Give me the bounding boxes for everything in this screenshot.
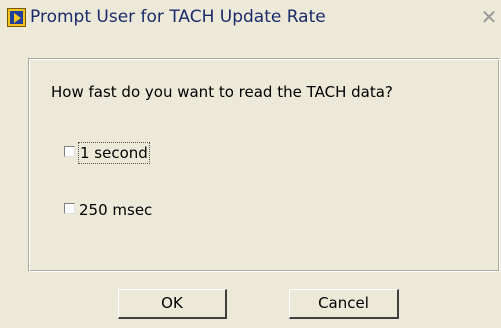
app-icon [7,8,26,27]
prompt-question: How fast do you want to read the TACH da… [51,83,393,101]
option-label[interactable]: 250 msec [79,200,152,220]
cancel-button[interactable]: Cancel [289,289,399,319]
ok-button[interactable]: OK [118,289,227,319]
window-title: Prompt User for TACH Update Rate [30,7,326,27]
title-bar[interactable]: Prompt User for TACH Update Rate ✕ [0,0,501,40]
close-icon[interactable]: ✕ [478,6,500,28]
checkbox-1-second[interactable] [64,146,75,157]
option-label[interactable]: 1 second [78,142,150,164]
checkbox-250-msec[interactable] [64,203,75,214]
